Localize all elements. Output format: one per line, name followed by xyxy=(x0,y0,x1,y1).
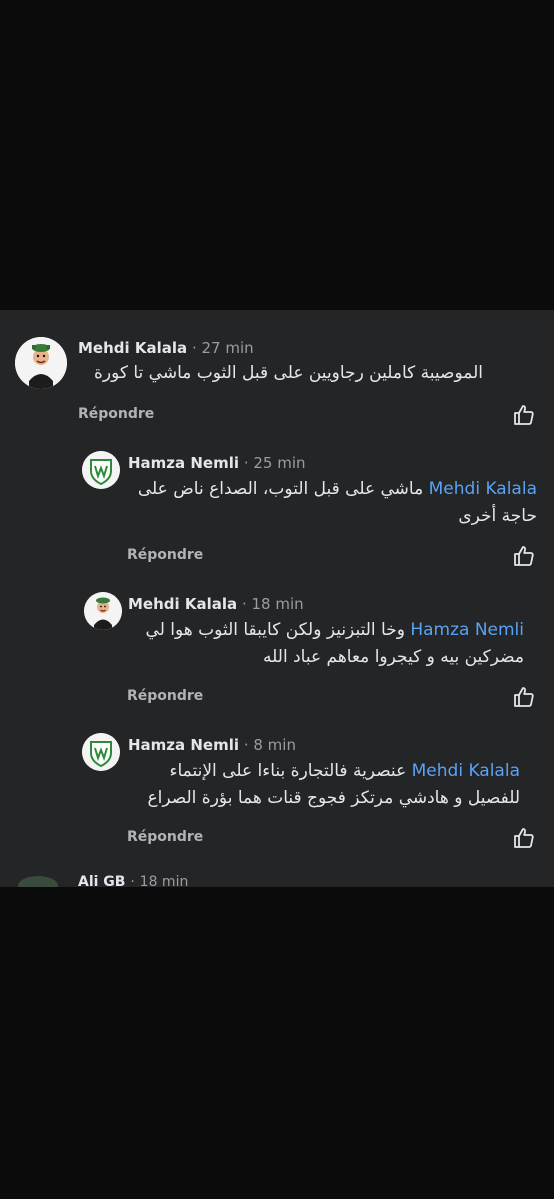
commenter-name[interactable]: Hamza Nemli xyxy=(128,736,239,754)
commenter-name[interactable]: Mehdi Kalala xyxy=(128,595,237,613)
comment-text: Mehdi Kalala عنصرية فالتجارة بناءا على ا… xyxy=(120,758,521,812)
comment-text-line: مضركين بيه و كيجروا معاهم عباد الله xyxy=(263,647,524,667)
like-thumb-icon[interactable] xyxy=(512,685,536,709)
avatar-shield-logo-icon[interactable] xyxy=(82,733,120,771)
mention-link[interactable]: Hamza Nemli xyxy=(410,620,524,640)
mention-link[interactable]: Mehdi Kalala xyxy=(412,761,520,781)
separator-dot: · xyxy=(191,339,197,357)
comment-header: Mehdi Kalala · 27 min xyxy=(78,339,254,357)
comment-time[interactable]: 25 min xyxy=(253,454,305,472)
separator-dot: · xyxy=(243,454,249,472)
like-thumb-icon[interactable] xyxy=(512,544,536,568)
separator-dot: · xyxy=(243,736,249,754)
reply-button[interactable]: Répondre xyxy=(127,547,203,563)
comment-text: الموصيبة كاملين رجاويين على قبل الثوب ما… xyxy=(78,360,483,387)
comment-header: Mehdi Kalala · 18 min xyxy=(128,595,304,613)
like-thumb-icon[interactable] xyxy=(512,403,536,427)
comment-text-line: وخا التبزنيز ولكن كايبقا الثوب هوا لي xyxy=(145,620,405,640)
like-thumb-icon[interactable] xyxy=(512,826,536,850)
comment-text-line: عنصرية فالتجارة بناءا على الإنتماء xyxy=(169,761,407,781)
mention-link[interactable]: Mehdi Kalala xyxy=(429,479,537,499)
comment-time[interactable]: 8 min xyxy=(253,736,296,754)
comment-text-line: الموصيبة كاملين رجاويين على قبل الثوب ما… xyxy=(93,363,483,383)
bottom-black-area xyxy=(0,887,554,1199)
comment-text: Mehdi Kalala ماشي على قبل التوب، الصداع … xyxy=(120,476,537,530)
comment-time[interactable]: 27 min xyxy=(202,339,254,357)
avatar-cartoon-icon[interactable] xyxy=(15,337,67,389)
avatar-shield-logo-icon[interactable] xyxy=(82,451,120,489)
comment-text: Hamza Nemli وخا التبزنيز ولكن كايبقا الث… xyxy=(120,617,524,671)
comment-text-line: حاجة أخرى xyxy=(458,506,537,526)
avatar-cartoon-icon[interactable] xyxy=(84,592,122,630)
reply-button[interactable]: Répondre xyxy=(127,829,203,845)
reply-button[interactable]: Répondre xyxy=(78,406,154,422)
reply-button[interactable]: Répondre xyxy=(127,688,203,704)
separator-dot: · xyxy=(241,595,247,613)
commenter-name[interactable]: Hamza Nemli xyxy=(128,454,239,472)
comment-time[interactable]: 18 min xyxy=(252,595,304,613)
comment-text-line: ماشي على قبل التوب، الصداع ناض على xyxy=(137,479,424,499)
comment-header: Hamza Nemli · 8 min xyxy=(128,736,296,754)
commenter-name[interactable]: Mehdi Kalala xyxy=(78,339,187,357)
comment-header: Hamza Nemli · 25 min xyxy=(128,454,306,472)
comment-text-line: للفصيل و هادشي مرتكز فجوج قنات هما بؤرة … xyxy=(147,788,521,808)
top-black-area xyxy=(0,0,554,310)
